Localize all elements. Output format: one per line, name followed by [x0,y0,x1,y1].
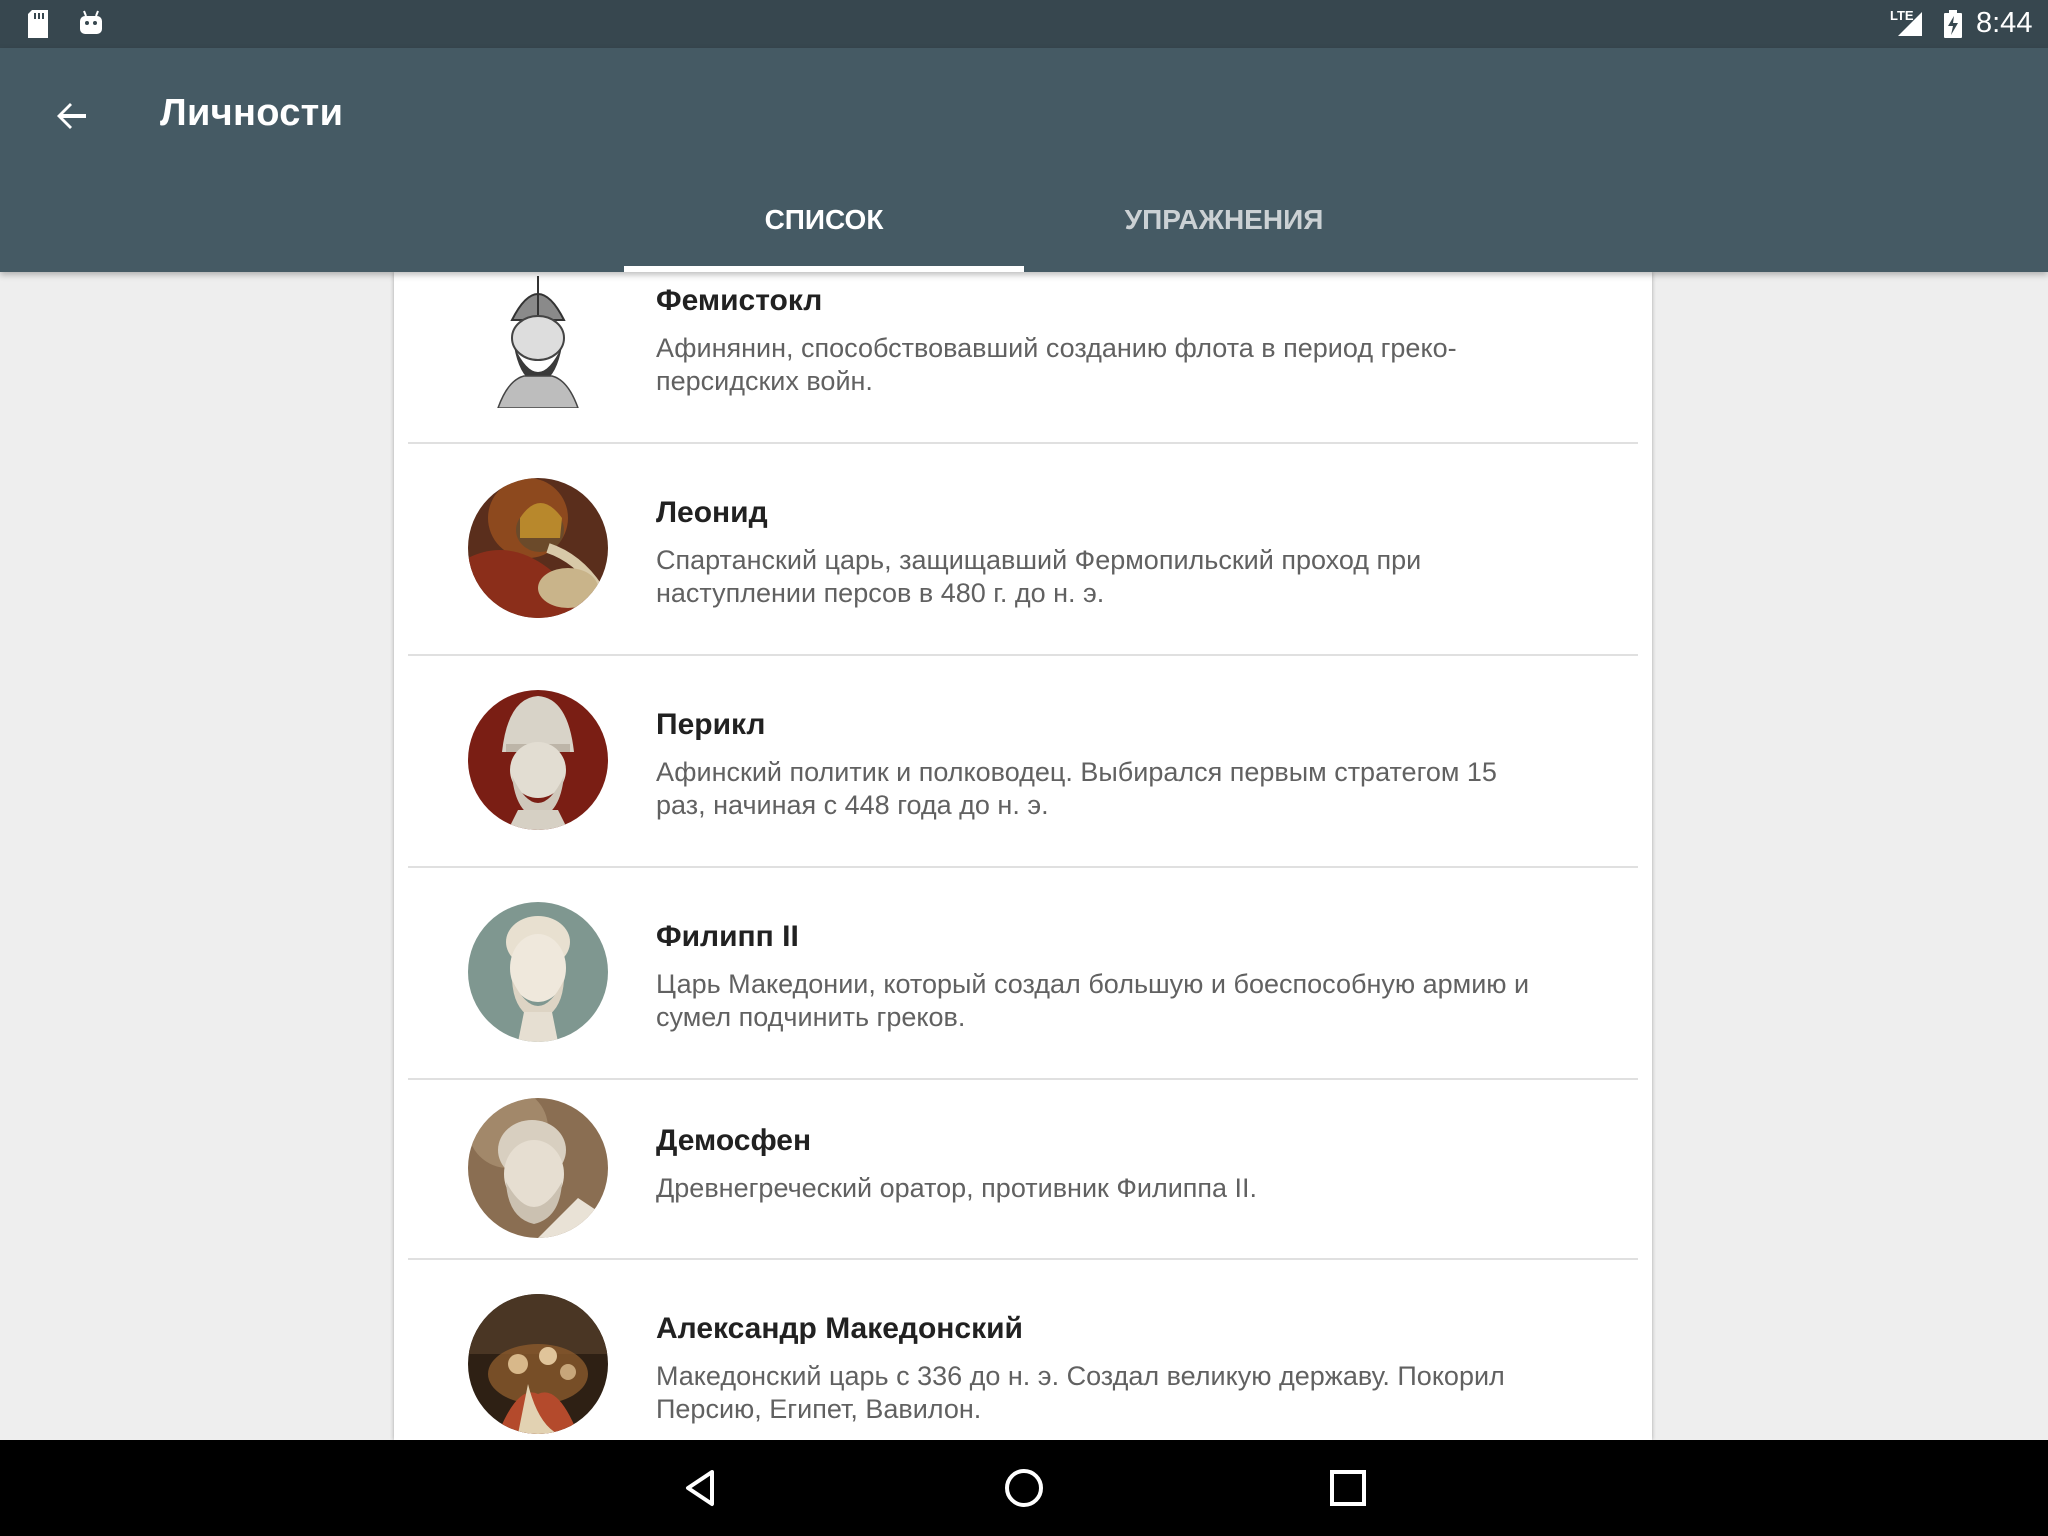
person-name: Леонид [656,496,768,529]
list-item-philip-ii[interactable]: Филипп II Царь Македонии, который создал… [394,868,1652,1080]
tab-indicator [624,266,1024,272]
person-description: Македонский царь с 336 до н. э. Создал в… [656,1361,1505,1424]
person-name: Александр Македонский [656,1312,1024,1345]
tab-exercises-label: УПРАЖНЕНИЯ [1124,204,1324,235]
persons-list[interactable]: Фемистокл Афинянин, способствовавший соз… [394,272,1652,1440]
portrait-philip-ii [468,902,608,1042]
portrait-pericles [468,690,608,830]
person-name: Филипп II [656,920,799,953]
list-item-demosthenes[interactable]: Демосфен Древнегреческий оратор, противн… [394,1080,1652,1260]
list-item-alexander[interactable]: Александр Македонский Македонский царь с… [394,1260,1652,1440]
android-debug-icon [80,10,102,34]
recents-square-icon[interactable] [1324,1464,1372,1512]
home-circle-icon[interactable] [1000,1464,1048,1512]
battery-charging-icon [1944,10,1962,38]
clock: 8:44 [1976,7,2033,39]
person-name: Фемистокл [656,284,823,317]
sd-card-icon [28,10,48,38]
navigation-bar [0,1440,2048,1536]
page-title: Личности [160,92,344,134]
app-bar: Личности СПИСОК УПРАЖНЕНИЯ [0,48,2048,272]
list-item-pericles[interactable]: Перикл Афинский политик и полководец. Вы… [394,656,1652,868]
person-description: Спартанский царь, защищавший Фермопильск… [656,545,1422,608]
status-bar: LTE 8:44 [0,0,2048,48]
portrait-demosthenes [468,1098,608,1238]
portrait-leonidas [468,478,608,618]
back-triangle-icon[interactable] [676,1464,724,1512]
tab-list-label: СПИСОК [764,204,884,235]
person-description: Древнегреческий оратор, противник Филипп… [656,1173,1258,1203]
signal-icon [1898,12,1922,36]
person-description: Афинянин, способствовавший созданию флот… [656,333,1457,396]
tab-list[interactable]: СПИСОК [624,198,1024,272]
list-item-themistocles[interactable]: Фемистокл Афинянин, способствовавший соз… [394,272,1652,444]
list-item-leonidas[interactable]: Леонид Спартанский царь, защищавший Ферм… [394,444,1652,656]
person-name: Демосфен [656,1124,812,1157]
arrow-back-icon[interactable] [46,90,98,142]
person-description: Афинский политик и полководец. Выбирался… [656,757,1497,820]
portrait-themistocles [468,272,618,408]
person-description: Царь Македонии, который создал большую и… [656,969,1530,1032]
person-name: Перикл [656,708,766,741]
portrait-alexander [468,1294,608,1434]
tab-exercises[interactable]: УПРАЖНЕНИЯ [1024,198,1424,272]
